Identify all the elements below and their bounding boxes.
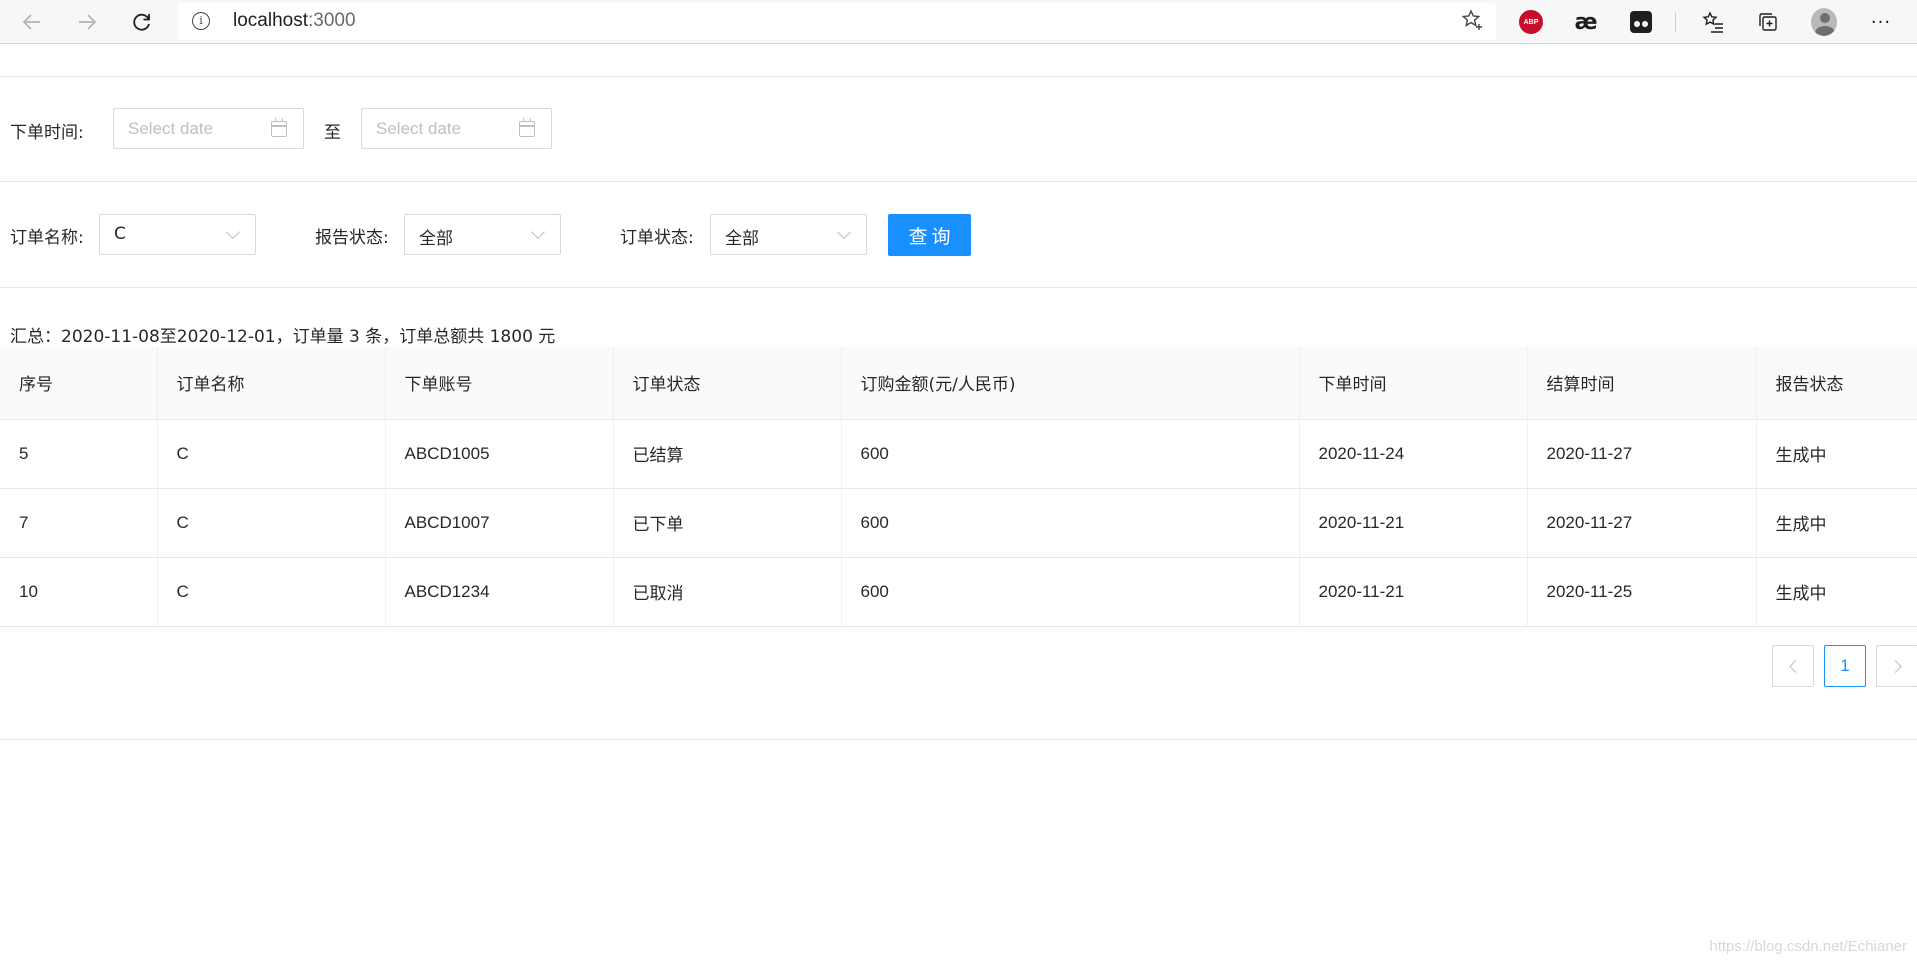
start-date-picker[interactable]: Select date bbox=[113, 108, 304, 149]
cell-settle-time: 2020-11-27 bbox=[1527, 419, 1757, 489]
url-text[interactable]: localhost:3000 bbox=[233, 10, 356, 32]
column-header-index: 序号 bbox=[0, 347, 158, 420]
cell-report-status: 生成中 bbox=[1756, 419, 1917, 489]
cell-order-time: 2020-11-24 bbox=[1299, 419, 1528, 489]
profile-avatar[interactable] bbox=[1811, 8, 1837, 36]
cell-settle-time: 2020-11-25 bbox=[1527, 557, 1757, 627]
cell-amount: 600 bbox=[841, 557, 1300, 627]
more-menu-icon[interactable]: ··· bbox=[1868, 9, 1894, 35]
cell-amount: 600 bbox=[841, 419, 1300, 489]
cell-order-name: C bbox=[157, 557, 386, 627]
adblock-plus-icon[interactable]: ABP bbox=[1518, 9, 1544, 35]
address-bar[interactable]: i localhost:3000 bbox=[178, 3, 1496, 40]
column-header-order-name: 订单名称 bbox=[157, 347, 386, 420]
favorites-icon[interactable] bbox=[1700, 9, 1726, 35]
prev-page-button[interactable] bbox=[1772, 645, 1814, 687]
order-name-label: 订单名称: bbox=[10, 228, 84, 248]
refresh-icon[interactable] bbox=[127, 7, 157, 37]
calendar-icon bbox=[519, 118, 535, 137]
table-row[interactable]: 7 C ABCD1007 已下单 600 2020-11-21 2020-11-… bbox=[0, 488, 1917, 558]
cell-account: ABCD1007 bbox=[385, 488, 614, 558]
next-page-button[interactable] bbox=[1876, 645, 1917, 687]
cell-order-time: 2020-11-21 bbox=[1299, 488, 1528, 558]
cell-order-status: 已结算 bbox=[613, 419, 842, 489]
range-separator: 至 bbox=[324, 123, 341, 143]
cell-order-name: C bbox=[157, 488, 386, 558]
info-icon[interactable]: i bbox=[192, 12, 210, 30]
report-status-value: 全部 bbox=[419, 229, 453, 249]
column-header-account: 下单账号 bbox=[385, 347, 614, 420]
browser-toolbar: i localhost:3000 ABP æ ··· bbox=[0, 0, 1917, 44]
cell-account: ABCD1005 bbox=[385, 419, 614, 489]
chevron-down-icon bbox=[530, 224, 546, 240]
favorite-star-icon[interactable] bbox=[1460, 8, 1484, 38]
table-header-row: 序号 订单名称 下单账号 订单状态 订购金额(元/人民币) 下单时间 结算时间 … bbox=[0, 347, 1917, 420]
table-row[interactable]: 5 C ABCD1005 已结算 600 2020-11-24 2020-11-… bbox=[0, 419, 1917, 489]
cell-order-time: 2020-11-21 bbox=[1299, 557, 1528, 627]
chevron-right-icon bbox=[1888, 659, 1902, 673]
collections-icon[interactable] bbox=[1755, 9, 1781, 35]
divider bbox=[0, 76, 1917, 77]
order-status-value: 全部 bbox=[725, 229, 759, 249]
cell-index: 10 bbox=[0, 557, 158, 627]
tampermonkey-icon[interactable] bbox=[1628, 9, 1654, 35]
column-header-report-status: 报告状态 bbox=[1756, 347, 1917, 420]
column-header-amount: 订购金额(元/人民币) bbox=[841, 347, 1300, 420]
toolbar-divider bbox=[1675, 12, 1676, 32]
start-date-placeholder: Select date bbox=[128, 119, 214, 138]
back-arrow-icon[interactable] bbox=[17, 7, 47, 37]
cell-order-status: 已取消 bbox=[613, 557, 842, 627]
column-header-settle-time: 结算时间 bbox=[1527, 347, 1757, 420]
report-status-select[interactable]: 全部 bbox=[404, 214, 561, 255]
summary-text: 汇总：2020-11-08至2020-12-01，订单量 3 条，订单总额共 1… bbox=[10, 327, 556, 347]
cell-account: ABCD1234 bbox=[385, 557, 614, 627]
order-status-select[interactable]: 全部 bbox=[710, 214, 867, 255]
cell-amount: 600 bbox=[841, 488, 1300, 558]
cell-report-status: 生成中 bbox=[1756, 557, 1917, 627]
order-name-select[interactable]: C bbox=[99, 214, 256, 255]
chevron-left-icon bbox=[1788, 659, 1802, 673]
cell-report-status: 生成中 bbox=[1756, 488, 1917, 558]
report-status-label: 报告状态: bbox=[315, 228, 389, 248]
calendar-icon bbox=[271, 118, 287, 137]
cell-index: 7 bbox=[0, 488, 158, 558]
column-header-order-time: 下单时间 bbox=[1299, 347, 1528, 420]
query-button[interactable]: 查询 bbox=[888, 214, 971, 256]
end-date-picker[interactable]: Select date bbox=[361, 108, 552, 149]
column-header-order-status: 订单状态 bbox=[613, 347, 842, 420]
cell-order-status: 已下单 bbox=[613, 488, 842, 558]
chevron-down-icon bbox=[225, 224, 241, 240]
orders-table: 序号 订单名称 下单账号 订单状态 订购金额(元/人民币) 下单时间 结算时间 … bbox=[0, 347, 1917, 627]
end-date-placeholder: Select date bbox=[376, 119, 462, 138]
cell-order-name: C bbox=[157, 419, 386, 489]
table-row[interactable]: 10 C ABCD1234 已取消 600 2020-11-21 2020-11… bbox=[0, 557, 1917, 627]
forward-arrow-icon[interactable] bbox=[72, 7, 102, 37]
chevron-down-icon bbox=[836, 224, 852, 240]
divider bbox=[0, 287, 1917, 288]
page-button-1[interactable]: 1 bbox=[1824, 645, 1866, 687]
order-status-label: 订单状态: bbox=[620, 228, 694, 248]
watermark: https://blog.csdn.net/Echianer bbox=[1709, 938, 1907, 955]
order-name-value: C bbox=[114, 224, 126, 244]
ae-extension-icon[interactable]: æ bbox=[1573, 9, 1599, 35]
divider bbox=[0, 181, 1917, 182]
cell-index: 5 bbox=[0, 419, 158, 489]
cell-settle-time: 2020-11-27 bbox=[1527, 488, 1757, 558]
divider bbox=[0, 739, 1917, 740]
order-time-label: 下单时间: bbox=[10, 123, 84, 143]
